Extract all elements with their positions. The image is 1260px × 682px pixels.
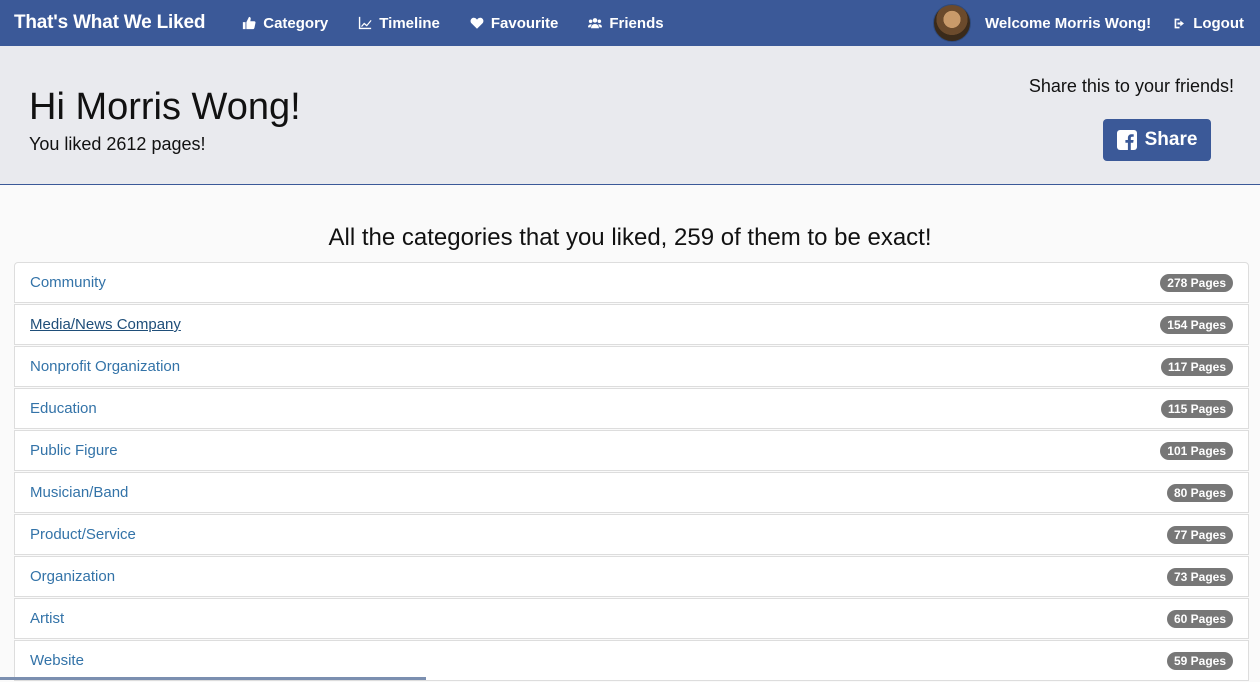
page-count-badge: 115 Pages	[1160, 399, 1233, 418]
page-count-badge: 154 Pages	[1160, 315, 1233, 334]
category-list: Community 278 Pages Media/News Company 1…	[14, 262, 1249, 682]
nav-friends[interactable]: Friends	[573, 0, 678, 46]
nav-category[interactable]: Category	[227, 0, 343, 46]
list-item[interactable]: Nonprofit Organization 117 Pages	[14, 346, 1249, 387]
facebook-icon	[1116, 130, 1137, 150]
category-link[interactable]: Media/News Company	[30, 316, 181, 333]
page-count-badge: 80 Pages	[1166, 483, 1233, 502]
nav-favourite[interactable]: Favourite	[455, 0, 574, 46]
logout-button[interactable]: Logout	[1173, 15, 1244, 32]
nav-friends-label: Friends	[609, 14, 664, 32]
share-prompt: Share this to your friends!	[1028, 76, 1234, 96]
heart-icon	[470, 17, 484, 29]
list-item[interactable]: Artist 60 Pages	[14, 598, 1249, 639]
sign-out-icon	[1174, 18, 1185, 28]
page-count-badge: 278 Pages	[1160, 273, 1233, 292]
category-link[interactable]: Organization	[30, 568, 115, 585]
category-link[interactable]: Nonprofit Organization	[30, 358, 180, 375]
list-item[interactable]: Website 59 Pages	[14, 640, 1249, 681]
categories-heading: All the categories that you liked, 259 o…	[328, 224, 932, 251]
nav-timeline-label: Timeline	[379, 14, 440, 32]
page-count-badge: 73 Pages	[1166, 567, 1233, 586]
list-item[interactable]: Product/Service 77 Pages	[14, 514, 1249, 555]
thumbs-up-icon	[243, 16, 256, 30]
page-count-badge: 117 Pages	[1160, 357, 1233, 376]
users-icon	[588, 18, 603, 29]
list-item[interactable]: Organization 73 Pages	[14, 556, 1249, 597]
page-count-badge: 60 Pages	[1166, 609, 1233, 628]
nav-favourite-label: Favourite	[490, 14, 559, 32]
category-link[interactable]: Artist	[30, 610, 64, 627]
page-count-badge: 101 Pages	[1160, 441, 1233, 460]
share-button[interactable]: Share	[1103, 119, 1211, 161]
welcome-text[interactable]: Welcome Morris Wong!	[985, 15, 1151, 32]
line-chart-icon	[359, 16, 372, 30]
nav-category-label: Category	[263, 14, 329, 32]
liked-count-text: You liked 2612 pages!	[29, 134, 206, 154]
greeting-title: Hi Morris Wong!	[29, 86, 301, 128]
avatar[interactable]	[933, 4, 972, 42]
nav-timeline[interactable]: Timeline	[343, 0, 455, 46]
category-link[interactable]: Education	[30, 400, 97, 417]
category-link[interactable]: Public Figure	[30, 442, 118, 459]
list-item[interactable]: Community 278 Pages	[14, 262, 1249, 303]
list-item[interactable]: Public Figure 101 Pages	[14, 430, 1249, 471]
profile-header: Hi Morris Wong! You liked 2612 pages! Sh…	[0, 46, 1260, 185]
list-item[interactable]: Musician/Band 80 Pages	[14, 472, 1249, 513]
category-link[interactable]: Musician/Band	[30, 484, 128, 501]
brand-link[interactable]: That's What We Liked	[14, 12, 205, 34]
list-item[interactable]: Media/News Company 154 Pages	[14, 304, 1249, 345]
category-link[interactable]: Website	[30, 652, 84, 669]
share-label: Share	[1144, 129, 1198, 150]
page-count-badge: 77 Pages	[1166, 525, 1233, 544]
category-link[interactable]: Product/Service	[30, 526, 136, 543]
navbar: That's What We Liked Category Timeline F…	[0, 0, 1260, 46]
category-link[interactable]: Community	[30, 274, 106, 291]
nav-user-area: Welcome Morris Wong! Logout	[933, 0, 1260, 46]
logout-label: Logout	[1193, 14, 1244, 32]
page-count-badge: 59 Pages	[1166, 651, 1233, 670]
list-item[interactable]: Education 115 Pages	[14, 388, 1249, 429]
